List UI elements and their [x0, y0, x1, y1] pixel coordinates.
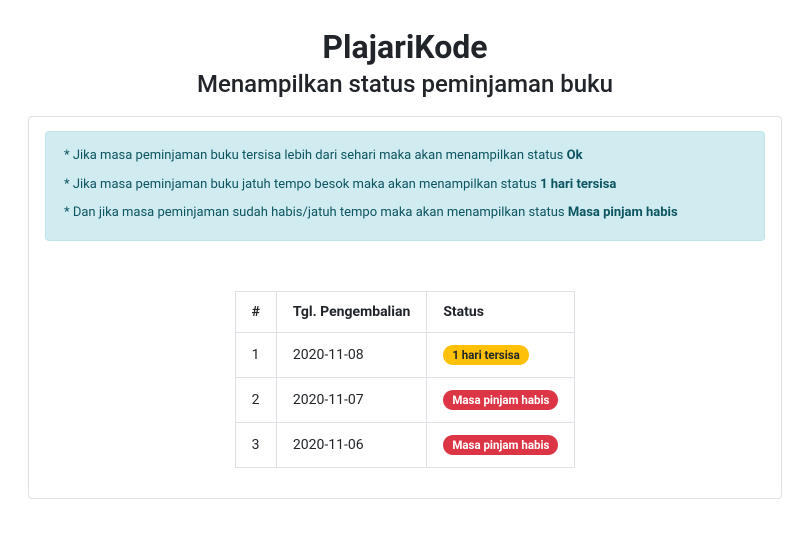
- cell-num: 2: [235, 378, 276, 423]
- cell-status: 1 hari tersisa: [427, 333, 575, 378]
- info-alert: * Jika masa peminjaman buku tersisa lebi…: [45, 131, 765, 241]
- alert-line-2-text: * Jika masa peminjaman buku jatuh tempo …: [64, 177, 540, 192]
- alert-line-2: * Jika masa peminjaman buku jatuh tempo …: [64, 173, 746, 198]
- page-subtitle: Menampilkan status peminjaman buku: [0, 70, 810, 98]
- cell-status: Masa pinjam habis: [427, 378, 575, 423]
- page-title: PlajariKode: [0, 28, 810, 66]
- alert-line-3-bold: Masa pinjam habis: [568, 205, 678, 220]
- table-container: # Tgl. Pengembalian Status 1 2020-11-08 …: [45, 291, 765, 468]
- cell-num: 1: [235, 333, 276, 378]
- cell-date: 2020-11-07: [276, 378, 426, 423]
- content-panel: * Jika masa peminjaman buku tersisa lebi…: [28, 116, 782, 499]
- status-badge: 1 hari tersisa: [443, 345, 529, 365]
- alert-line-1-bold: Ok: [567, 148, 583, 163]
- page: PlajariKode Menampilkan status peminjama…: [0, 0, 810, 519]
- col-header-num: #: [235, 292, 276, 333]
- cell-status: Masa pinjam habis: [427, 423, 575, 468]
- table-row: 2 2020-11-07 Masa pinjam habis: [235, 378, 575, 423]
- table-row: 3 2020-11-06 Masa pinjam habis: [235, 423, 575, 468]
- cell-date: 2020-11-08: [276, 333, 426, 378]
- cell-date: 2020-11-06: [276, 423, 426, 468]
- loan-status-table: # Tgl. Pengembalian Status 1 2020-11-08 …: [235, 291, 576, 468]
- alert-line-3-text: * Dan jika masa peminjaman sudah habis/j…: [64, 205, 568, 220]
- alert-line-1-text: * Jika masa peminjaman buku tersisa lebi…: [64, 148, 567, 163]
- col-header-status: Status: [427, 292, 575, 333]
- alert-line-3: * Dan jika masa peminjaman sudah habis/j…: [64, 201, 746, 226]
- status-badge: Masa pinjam habis: [443, 435, 558, 455]
- cell-num: 3: [235, 423, 276, 468]
- table-header-row: # Tgl. Pengembalian Status: [235, 292, 575, 333]
- col-header-date: Tgl. Pengembalian: [276, 292, 426, 333]
- alert-line-2-bold: 1 hari tersisa: [540, 177, 616, 192]
- table-row: 1 2020-11-08 1 hari tersisa: [235, 333, 575, 378]
- status-badge: Masa pinjam habis: [443, 390, 558, 410]
- alert-line-1: * Jika masa peminjaman buku tersisa lebi…: [64, 144, 746, 169]
